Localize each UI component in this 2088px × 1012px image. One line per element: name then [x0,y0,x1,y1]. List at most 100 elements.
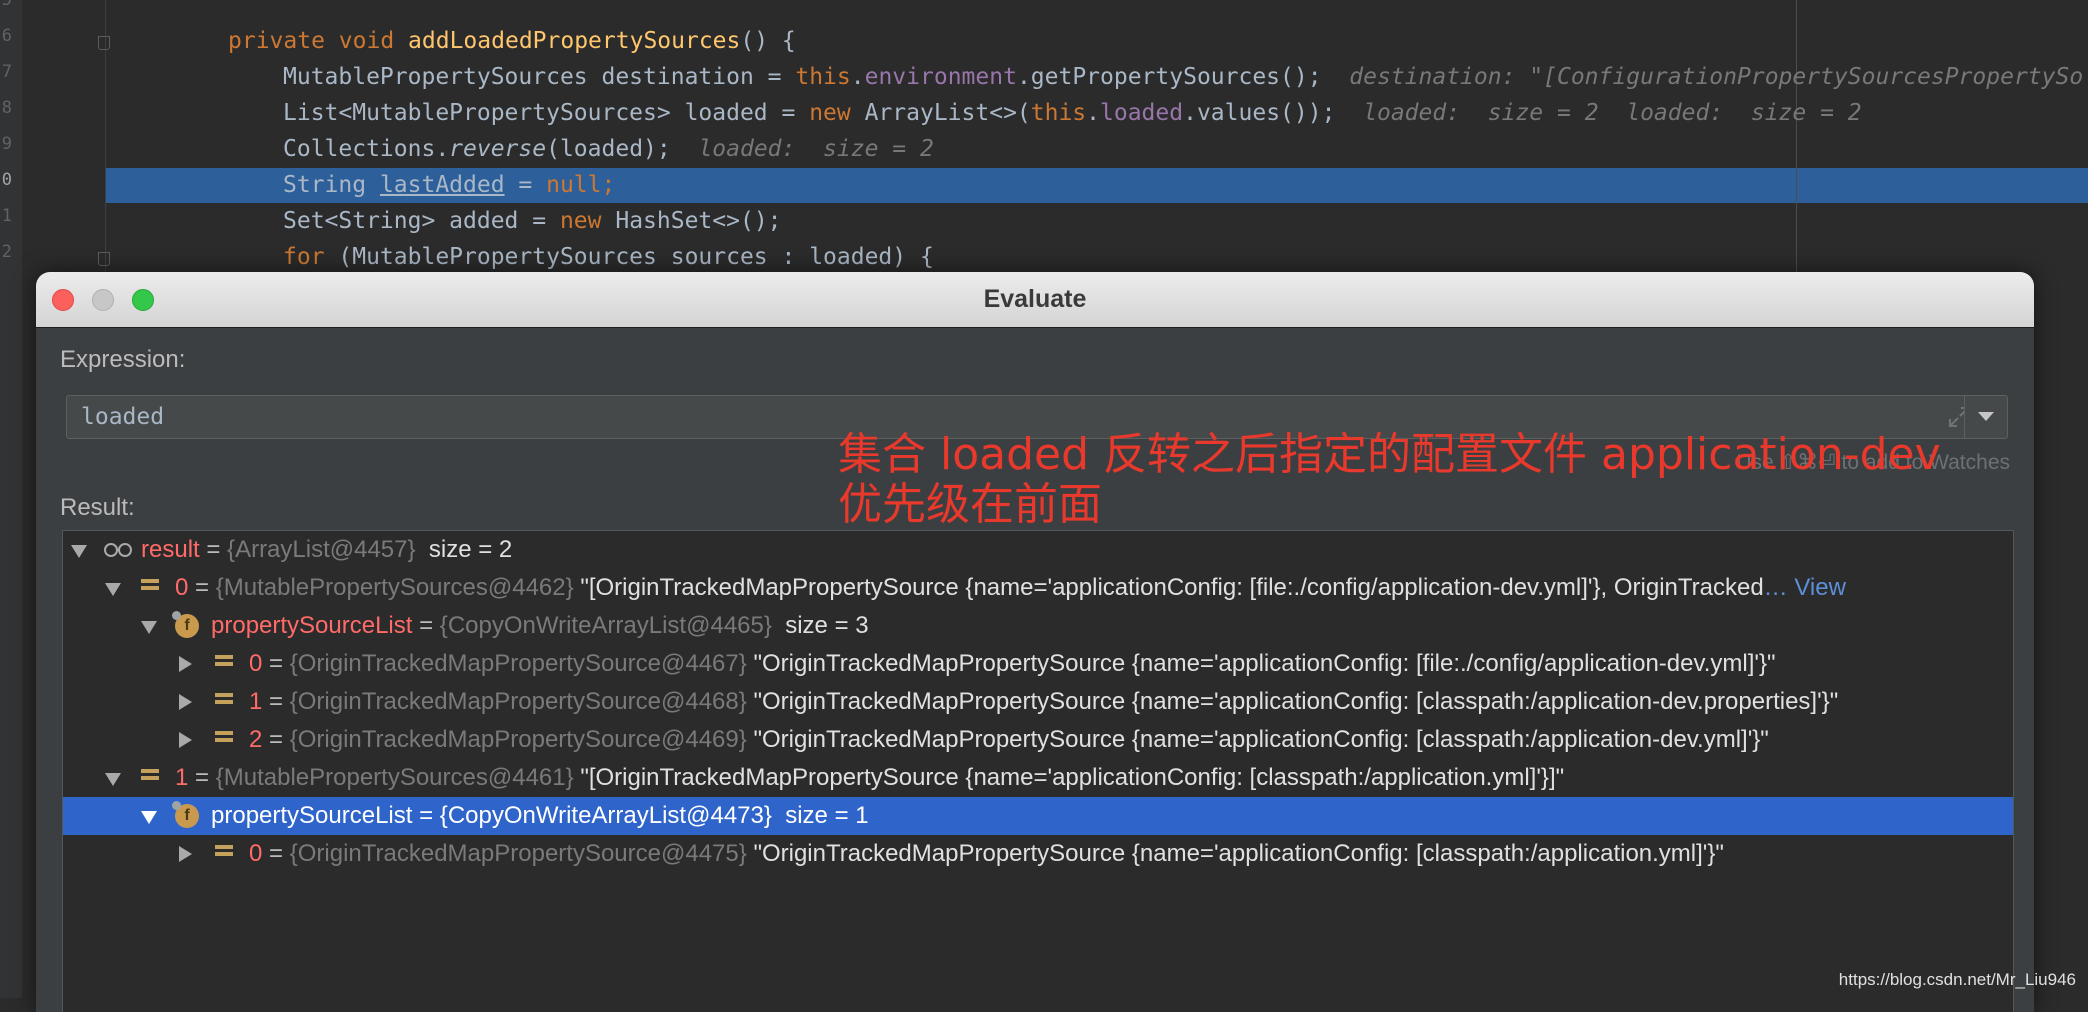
line-number: 8 [1,98,12,118]
code-line-method-signature: private void addLoadedPropertySources() … [228,23,796,59]
variable-name: 2 [249,726,263,753]
variable-name: 0 [249,650,263,677]
code-line-for-loop: for (MutablePropertySources sources : lo… [283,239,934,275]
object-type: {OriginTrackedMapPropertySource@4468} [289,688,747,715]
line-number: 1 [1,206,12,226]
code-text: ArrayList<>( [850,100,1031,126]
annotation-line: 优先级在前面 [838,479,1102,530]
keyword: this [795,64,851,90]
code-text: String [283,172,380,198]
line-number-gutter: 5 6 7 8 9 0 1 2 [0,0,22,998]
variable-name: result [141,536,200,563]
code-text: .getPropertySources(); [1016,64,1322,90]
variable-name: 0 [249,840,263,867]
code-text: (MutablePropertySources sources : loaded… [324,244,934,270]
expand-arrow-icon[interactable] [141,811,157,824]
view-link[interactable]: … View [1764,574,1846,601]
expand-arrow-icon[interactable] [141,621,157,634]
code-text: Set<String> added = [283,208,560,234]
object-value: "OriginTrackedMapPropertySource {name='a… [753,840,1724,867]
keyword: null [546,172,602,198]
collapsed-arrow-icon[interactable] [179,694,192,710]
tree-row[interactable]: 0 = {MutablePropertySources@4462} "[Orig… [63,569,2013,607]
code-text: . [1086,100,1101,126]
collapsed-arrow-icon[interactable] [179,656,192,672]
variable-name: propertySourceList [211,612,413,639]
expand-arrow-icon[interactable] [105,583,121,596]
list-element-icon [141,579,159,597]
line-number: 7 [1,62,12,82]
variable-name: lastAdded [379,172,505,198]
equals-sign: = [262,840,290,867]
equals-sign: = [412,612,440,639]
list-element-icon [215,845,233,863]
tree-row[interactable]: 1 = {MutablePropertySources@4461} "[Orig… [63,759,2013,797]
tree-node-text: 0 = {MutablePropertySources@4462} "[Orig… [175,569,1846,607]
object-type: {OriginTrackedMapPropertySource@4469} [289,726,747,753]
equals-sign: = [262,688,290,715]
object-value: size = 1 [785,802,869,829]
code-text: () { [740,28,796,54]
result-tree[interactable]: result = {ArrayList@4457} size = 2 0 = {… [62,530,2014,1012]
tree-row-selected[interactable]: f propertySourceList = {CopyOnWriteArray… [63,797,2013,835]
tree-row[interactable]: 0 = {OriginTrackedMapPropertySource@4467… [63,645,2013,683]
code-line-last-added: String lastAdded = null; [283,167,615,203]
object-value: size = 2 [428,536,513,563]
variable-name: propertySourceList [211,802,413,829]
expand-arrow-icon[interactable] [105,773,121,786]
variable-name: 0 [175,574,189,601]
object-value: "[OriginTrackedMapPropertySource {name='… [580,574,1764,601]
equals-sign: = [262,650,290,677]
collapsed-arrow-icon[interactable] [179,732,192,748]
field-name: environment [864,64,1017,90]
object-type: {CopyOnWriteArrayList@4465} [439,612,772,639]
code-text: .values()); [1183,100,1336,126]
tree-node-text: 2 = {OriginTrackedMapPropertySource@4469… [249,721,1769,759]
tree-node-text: result = {ArrayList@4457} size = 2 [141,531,512,569]
code-text: HashSet<>(); [601,208,782,234]
expression-value: loaded [81,404,165,430]
object-value: "OriginTrackedMapPropertySource {name='a… [753,726,1769,753]
object-type: {OriginTrackedMapPropertySource@4475} [289,840,747,867]
tree-row[interactable]: 0 = {OriginTrackedMapPropertySource@4475… [63,835,2013,873]
tree-row[interactable]: 1 = {OriginTrackedMapPropertySource@4468… [63,683,2013,721]
list-element-icon [215,731,233,749]
object-value: "OriginTrackedMapPropertySource {name='a… [753,688,1839,715]
collapsed-arrow-icon[interactable] [179,846,192,862]
field-icon: f [172,801,199,828]
field-icon: f [172,611,199,638]
tree-node-text: propertySourceList = {CopyOnWriteArrayLi… [211,607,869,645]
code-text: (loaded); [546,136,671,162]
equals-sign: = [188,764,216,791]
tree-node-text: 0 = {OriginTrackedMapPropertySource@4475… [249,835,1724,873]
tree-row-result[interactable]: result = {ArrayList@4457} size = 2 [63,531,2013,569]
code-text: ; [601,172,616,198]
fold-marker-icon[interactable] [98,252,110,266]
result-label: Result: [60,494,135,521]
tree-node-text: 0 = {OriginTrackedMapPropertySource@4467… [249,645,1776,683]
object-value: "[OriginTrackedMapPropertySource {name='… [580,764,1565,791]
code-line-destination: MutablePropertySources destination = thi… [283,59,2083,95]
tree-node-text: 1 = {OriginTrackedMapPropertySource@4468… [249,683,1838,721]
tree-node-text: 1 = {MutablePropertySources@4461} "[Orig… [175,759,1564,797]
evaluate-dialog: Evaluate Expression: loaded Use ⇧⌘⏎ to a… [36,272,2034,1012]
expand-arrow-icon[interactable] [71,545,87,558]
dialog-titlebar[interactable]: Evaluate [36,272,2034,328]
fold-marker-icon[interactable] [98,36,110,50]
keyword: new [559,208,602,234]
object-value: size = 3 [785,612,869,639]
field-name: loaded [1100,100,1184,126]
line-number: 9 [1,134,12,154]
keyword: new [809,100,851,126]
annotation-line: 集合 loaded 反转之后指定的配置文件 application-dev [838,429,1941,480]
static-method: reverse [449,136,547,162]
list-element-icon [141,769,159,787]
object-type: {MutablePropertySources@4461} [215,764,574,791]
code-text: MutablePropertySources destination = [283,64,796,90]
watch-glasses-icon [104,543,132,557]
tree-row[interactable]: 2 = {OriginTrackedMapPropertySource@4469… [63,721,2013,759]
object-value: "OriginTrackedMapPropertySource {name='a… [753,650,1776,677]
tree-row[interactable]: f propertySourceList = {CopyOnWriteArray… [63,607,2013,645]
code-line-added: Set<String> added = new HashSet<>(); [283,203,782,239]
object-type: {OriginTrackedMapPropertySource@4467} [289,650,747,677]
